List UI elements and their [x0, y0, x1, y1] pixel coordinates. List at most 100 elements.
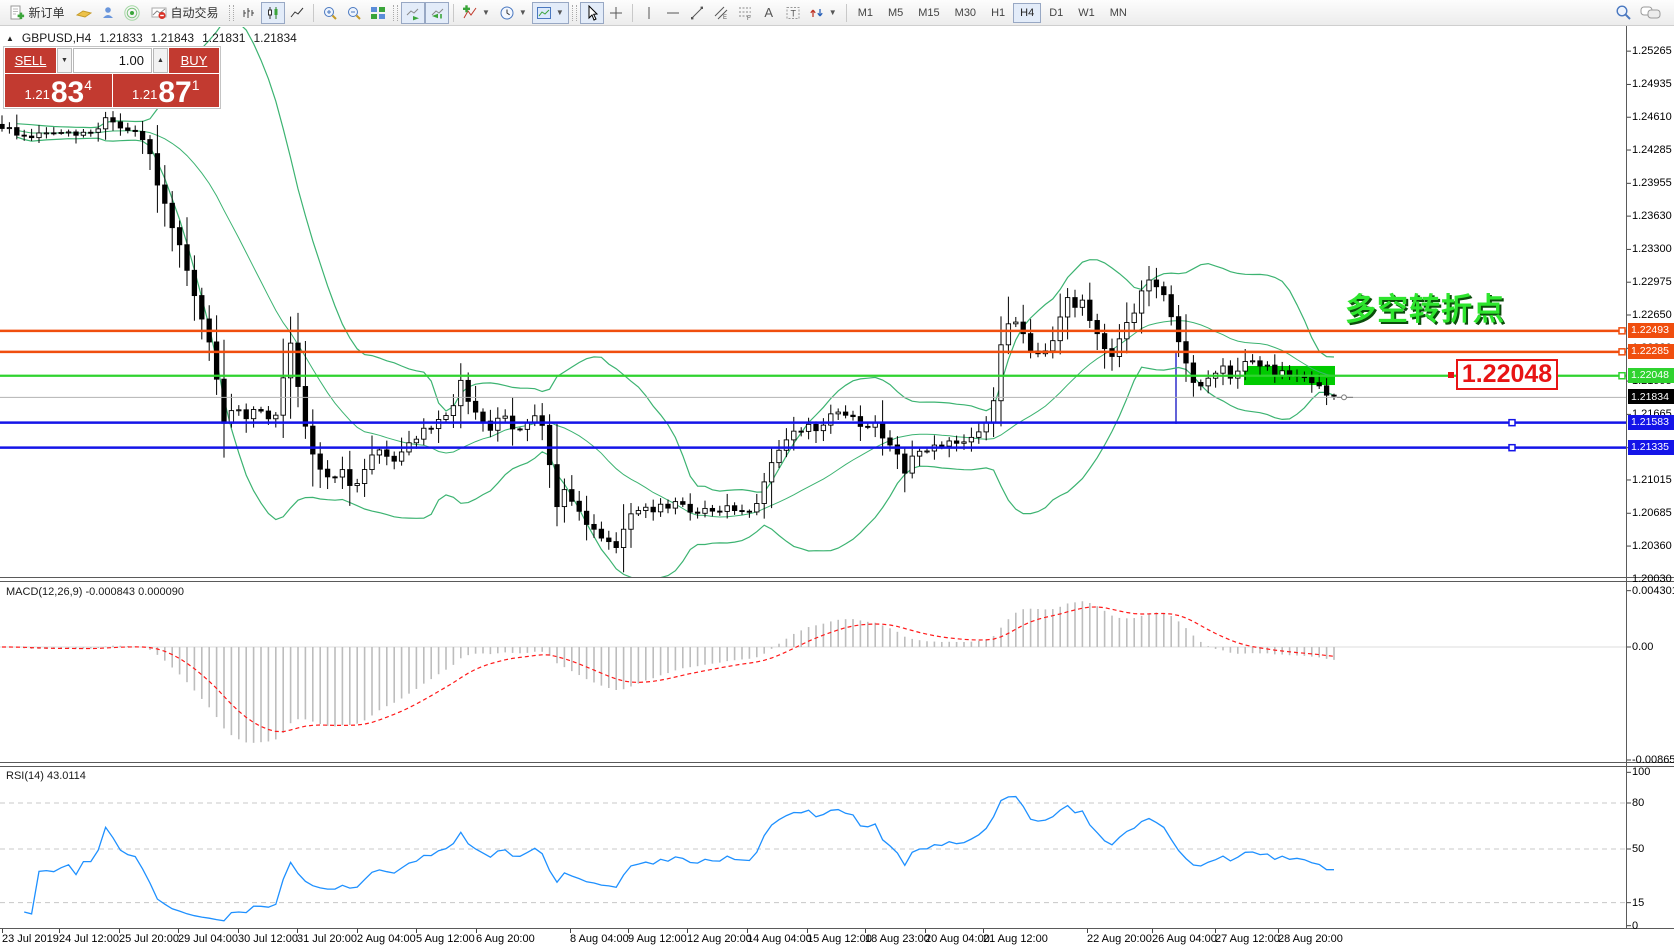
axis-ticks: [3, 51, 1632, 933]
chat-icon[interactable]: [1640, 4, 1662, 21]
timeframe-m15[interactable]: M15: [911, 3, 946, 23]
time-axis-label: 8 Aug 04:00: [570, 933, 629, 945]
timeframe-m1[interactable]: M1: [851, 3, 880, 23]
vertical-line-icon: [641, 5, 657, 21]
buy-button[interactable]: BUY: [169, 48, 219, 73]
time-axis-label: 18 Aug 23:00: [865, 933, 930, 945]
toolbar: 新订单 自动交易: [0, 0, 1674, 26]
text-label-icon: T: [785, 5, 801, 21]
template-icon: [536, 5, 552, 21]
macd-axis-label: -0.008651: [1632, 754, 1674, 766]
sell-price-sup: 4: [84, 77, 92, 93]
crosshair-button[interactable]: [604, 2, 628, 24]
vertical-line-button[interactable]: [637, 2, 661, 24]
tile-windows-button[interactable]: [366, 2, 390, 24]
text-icon: A: [764, 6, 773, 19]
buy-price-sup: 1: [192, 77, 200, 93]
line-chart-button[interactable]: [285, 2, 309, 24]
price-chart-canvas[interactable]: [0, 0, 1674, 950]
timeframe-h4[interactable]: H4: [1013, 3, 1041, 23]
line-chart-icon: [289, 5, 305, 21]
trendline-button[interactable]: [685, 2, 709, 24]
community-button[interactable]: [96, 2, 120, 24]
price-axis-label: 1.23630: [1632, 210, 1672, 222]
zoom-out-button[interactable]: [342, 2, 366, 24]
volume-increase-button[interactable]: ▲: [153, 48, 168, 73]
indicators-button[interactable]: ▼: [458, 2, 495, 24]
chevron-down-icon[interactable]: ▼: [518, 8, 528, 17]
macd-axis-label: 0.00: [1632, 641, 1653, 653]
zoom-in-button[interactable]: [318, 2, 342, 24]
channel-button[interactable]: E: [709, 2, 733, 24]
text-label-button[interactable]: T: [781, 2, 805, 24]
callout-handle[interactable]: [1448, 372, 1454, 378]
sell-button[interactable]: SELL: [5, 48, 56, 73]
new-order-button[interactable]: 新订单: [2, 2, 72, 24]
toolbar-separator: [453, 4, 454, 22]
bar-chart-icon: [241, 5, 257, 21]
time-axis-label: 2 Aug 04:00: [357, 933, 416, 945]
horizontal-lines: [0, 328, 1626, 451]
autotrade-button[interactable]: 自动交易: [144, 2, 226, 24]
timeframe-m30[interactable]: M30: [948, 3, 983, 23]
svg-text:F: F: [747, 16, 751, 21]
bar-chart-button[interactable]: [237, 2, 261, 24]
volume-decrease-button[interactable]: ▼: [57, 48, 72, 73]
horizontal-line-button[interactable]: [661, 2, 685, 24]
rsi-panel-separator[interactable]: [0, 762, 1674, 767]
macd-axis-label: 0.004301: [1632, 585, 1674, 597]
search-icon[interactable]: [1615, 4, 1632, 21]
new-order-label: 新订单: [28, 4, 64, 21]
autotrade-icon: [151, 5, 167, 21]
tile-windows-icon: [370, 5, 386, 21]
toolbar-gripper: [393, 5, 398, 21]
chevron-down-icon[interactable]: ▼: [828, 8, 838, 17]
toolbar-gripper: [572, 5, 577, 21]
time-axis-label: 6 Aug 20:00: [476, 933, 535, 945]
volume-input[interactable]: 1.00: [73, 48, 152, 73]
time-axis-label: 9 Aug 12:00: [628, 933, 687, 945]
macd-label: MACD(12,26,9) -0.000843 0.000090: [6, 586, 184, 598]
market-watch-button[interactable]: [72, 2, 96, 24]
rsi-panel: [0, 797, 1626, 921]
timeframe-m5[interactable]: M5: [881, 3, 910, 23]
text-button[interactable]: A: [757, 2, 781, 24]
time-axis-label: 31 Jul 20:00: [297, 933, 357, 945]
candles-layer: [0, 111, 1336, 572]
zoom-out-icon: [346, 5, 362, 21]
candlestick-button[interactable]: [261, 2, 285, 24]
periods-button[interactable]: ▼: [495, 2, 532, 24]
time-axis-label: 20 Aug 04:00: [925, 933, 990, 945]
chevron-down-icon[interactable]: ▼: [555, 8, 565, 17]
arrows-button[interactable]: ▼: [805, 2, 842, 24]
chevron-down-icon[interactable]: ▼: [481, 8, 491, 17]
chart-shift-icon: [429, 5, 445, 21]
horizontal-line-icon: [665, 5, 681, 21]
auto-scroll-button[interactable]: [401, 2, 425, 24]
collapse-arrow-icon[interactable]: ▲: [6, 34, 14, 43]
price-axis-label: 1.20030: [1632, 573, 1672, 585]
timeframe-d1[interactable]: D1: [1042, 3, 1070, 23]
timeframe-w1[interactable]: W1: [1071, 3, 1102, 23]
one-click-trade-panel: SELL ▼ 1.00 ▲ BUY 1.21834 1.21871: [3, 46, 221, 109]
signals-button[interactable]: [120, 2, 144, 24]
cursor-button[interactable]: [580, 2, 604, 24]
time-axis-label: 12 Aug 20:00: [687, 933, 752, 945]
timeframe-h1[interactable]: H1: [984, 3, 1012, 23]
fibonacci-button[interactable]: F: [733, 2, 757, 24]
candlestick-icon: [265, 5, 281, 21]
buy-price-button[interactable]: 1.21871: [113, 74, 220, 107]
ohlc-close: 1.21834: [253, 31, 296, 45]
template-button[interactable]: ▼: [532, 2, 569, 24]
chart-shift-button[interactable]: [425, 2, 449, 24]
buy-price-big: 87: [158, 79, 191, 106]
macd-panel-separator[interactable]: [0, 577, 1674, 582]
price-axis-label: 1.24285: [1632, 144, 1672, 156]
macd-panel: [0, 601, 1626, 743]
time-axis-label: 14 Aug 04:00: [747, 933, 812, 945]
timeframe-mn[interactable]: MN: [1103, 3, 1134, 23]
crosshair-icon: [608, 5, 624, 21]
symbol-name: GBPUSD,H4: [22, 31, 91, 45]
sell-price-button[interactable]: 1.21834: [5, 74, 112, 107]
price-axis-label: 1.24935: [1632, 78, 1672, 90]
